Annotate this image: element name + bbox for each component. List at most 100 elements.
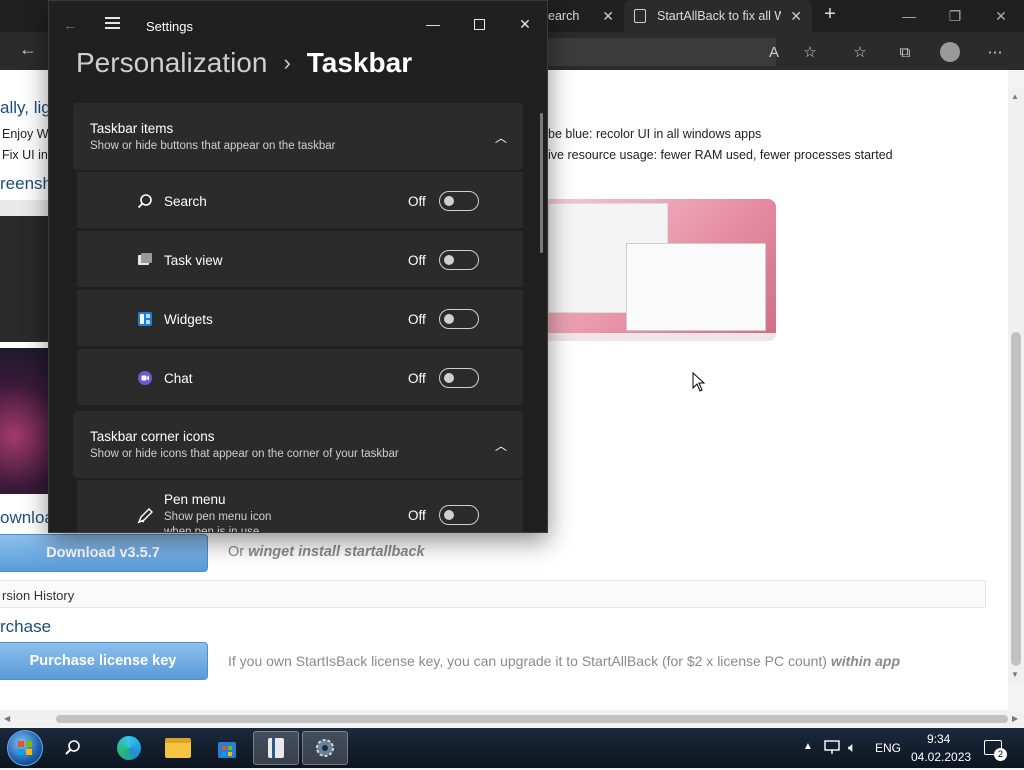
section-title: Taskbar items: [90, 121, 174, 136]
network-icon[interactable]: [823, 739, 841, 760]
volume-icon[interactable]: 🔈︎: [848, 739, 856, 756]
search-icon[interactable]: [50, 731, 96, 765]
download-button[interactable]: Download v3.5.7: [0, 534, 208, 572]
vertical-scroll-thumb[interactable]: [1011, 332, 1021, 666]
file-explorer-icon[interactable]: [155, 731, 201, 765]
clock-date[interactable]: 04.02.2023: [911, 750, 971, 764]
document-icon: [634, 9, 646, 23]
close-icon[interactable]: ✕: [502, 9, 547, 39]
breadcrumb-personalization[interactable]: Personalization: [76, 47, 267, 79]
page-fragment: Fix UI in: [2, 148, 48, 162]
settings-app-icon[interactable]: [302, 731, 348, 765]
profile-icon[interactable]: [936, 40, 964, 64]
section-subtitle: Show or hide buttons that appear on the …: [90, 140, 336, 152]
restore-icon[interactable]: ❐: [932, 0, 978, 32]
taskbar-corner-icons-header[interactable]: Taskbar corner icons Show or hide icons …: [73, 411, 523, 478]
screenshot-thumbnail[interactable]: [548, 199, 776, 341]
scroll-right-icon[interactable]: ▶: [1012, 714, 1018, 723]
page-fragment: ally, lig: [0, 98, 51, 117]
page-fragment: Enjoy W: [2, 127, 49, 141]
read-aloud-icon[interactable]: A: [760, 40, 788, 64]
scroll-down-icon[interactable]: ▼: [1011, 670, 1019, 679]
collections-icon[interactable]: ⧉: [891, 40, 919, 64]
purchase-heading: rchase: [0, 617, 52, 636]
tab-startallback[interactable]: StartAllBack to fix all W ✕: [624, 0, 812, 32]
favorites-icon[interactable]: ☆: [846, 40, 874, 64]
chevron-up-icon[interactable]: ︿: [495, 437, 507, 454]
task-view-icon: [135, 250, 155, 270]
setting-row-search: Search Off: [77, 171, 523, 228]
feature-text: ive resource usage: fewer RAM used, fewe…: [548, 148, 893, 162]
setting-label: Search: [164, 194, 207, 209]
scroll-left-icon[interactable]: ◀: [4, 714, 10, 723]
chevron-up-icon[interactable]: ︿: [495, 129, 507, 146]
settings-window: ← Settings — ✕ Personalization › Taskbar…: [48, 0, 548, 533]
store-icon[interactable]: [204, 731, 250, 765]
minimize-icon[interactable]: —: [886, 0, 932, 32]
widgets-icon: [135, 309, 155, 329]
version-history-expander[interactable]: rsion History: [0, 580, 986, 608]
language-indicator[interactable]: ENG: [875, 741, 901, 755]
setting-label: Widgets: [164, 312, 213, 327]
winget-text: Or winget install startallback: [228, 544, 425, 560]
search-toggle[interactable]: [439, 191, 479, 211]
feature-text: be blue: recolor UI in all windows apps: [548, 127, 762, 141]
page-title: Taskbar: [306, 47, 413, 78]
setting-description: Show pen menu icon: [164, 511, 272, 523]
chat-toggle[interactable]: [439, 368, 479, 388]
tab-label: earch: [548, 9, 580, 23]
windows-taskbar: [0, 728, 1024, 768]
menu-icon[interactable]: [105, 17, 120, 29]
back-icon[interactable]: ←: [63, 17, 78, 34]
setting-row-widgets: Widgets Off: [77, 289, 523, 346]
setting-row-pen-menu: Pen menu Show pen menu icon when pen is …: [77, 479, 523, 533]
edge-icon[interactable]: [106, 731, 152, 765]
mouse-cursor-icon: [692, 371, 706, 397]
more-icon[interactable]: ⋯: [981, 40, 1009, 64]
chevron-right-icon: ›: [283, 50, 291, 75]
page-fragment: ownloa: [0, 508, 54, 527]
start-orb[interactable]: [7, 730, 43, 766]
new-tab-button[interactable]: +: [818, 3, 842, 29]
screenshot-thumbnail: [0, 200, 48, 342]
horizontal-scroll-thumb[interactable]: [56, 715, 1008, 723]
setting-row-chat: Chat Off: [77, 348, 523, 405]
screenshot-thumbnail: [0, 348, 48, 494]
toggle-state: Off: [408, 194, 426, 209]
pen-icon: [135, 506, 155, 526]
toggle-state: Off: [408, 508, 426, 523]
pen-menu-toggle[interactable]: [439, 505, 479, 525]
taskbar-items-header[interactable]: Taskbar items Show or hide buttons that …: [73, 103, 523, 170]
setting-description: when pen is in use: [164, 526, 260, 533]
settings-scrollbar[interactable]: [540, 113, 543, 253]
task-view-toggle[interactable]: [439, 250, 479, 270]
close-icon[interactable]: ✕: [790, 8, 802, 25]
breadcrumb: Personalization › Taskbar: [76, 47, 412, 79]
close-icon[interactable]: ✕: [602, 8, 614, 25]
scroll-up-icon[interactable]: ▲: [1011, 92, 1019, 101]
add-favorite-icon[interactable]: ☆: [796, 40, 824, 64]
widgets-toggle[interactable]: [439, 309, 479, 329]
upgrade-text-emphasis: within app: [830, 653, 901, 669]
winget-prefix: Or: [228, 544, 249, 560]
address-bar[interactable]: [548, 38, 776, 66]
minimize-icon[interactable]: —: [410, 9, 456, 39]
upgrade-text-body: If you own StartIsBack license key, you …: [228, 653, 831, 669]
search-icon: [135, 191, 155, 211]
back-icon[interactable]: ←: [14, 37, 42, 61]
tab-label: StartAllBack to fix all W: [657, 9, 781, 23]
winget-command: winget install startallback: [248, 544, 425, 560]
clock-time[interactable]: 9:34: [927, 732, 950, 746]
setting-label: Chat: [164, 371, 193, 386]
close-icon[interactable]: ✕: [978, 0, 1024, 32]
setting-label: Pen menu: [164, 492, 226, 507]
purchase-license-button[interactable]: Purchase license key: [0, 642, 208, 680]
chat-icon: [135, 368, 155, 388]
section-title: Taskbar corner icons: [90, 429, 215, 444]
tab-search[interactable]: earch ✕: [540, 0, 624, 32]
upgrade-text: If you own StartIsBack license key, you …: [228, 653, 900, 669]
show-hidden-icons[interactable]: ▲: [803, 741, 813, 752]
maximize-icon[interactable]: [456, 9, 502, 39]
book-app-icon[interactable]: [253, 731, 299, 765]
notification-count-badge: 2: [994, 748, 1007, 761]
